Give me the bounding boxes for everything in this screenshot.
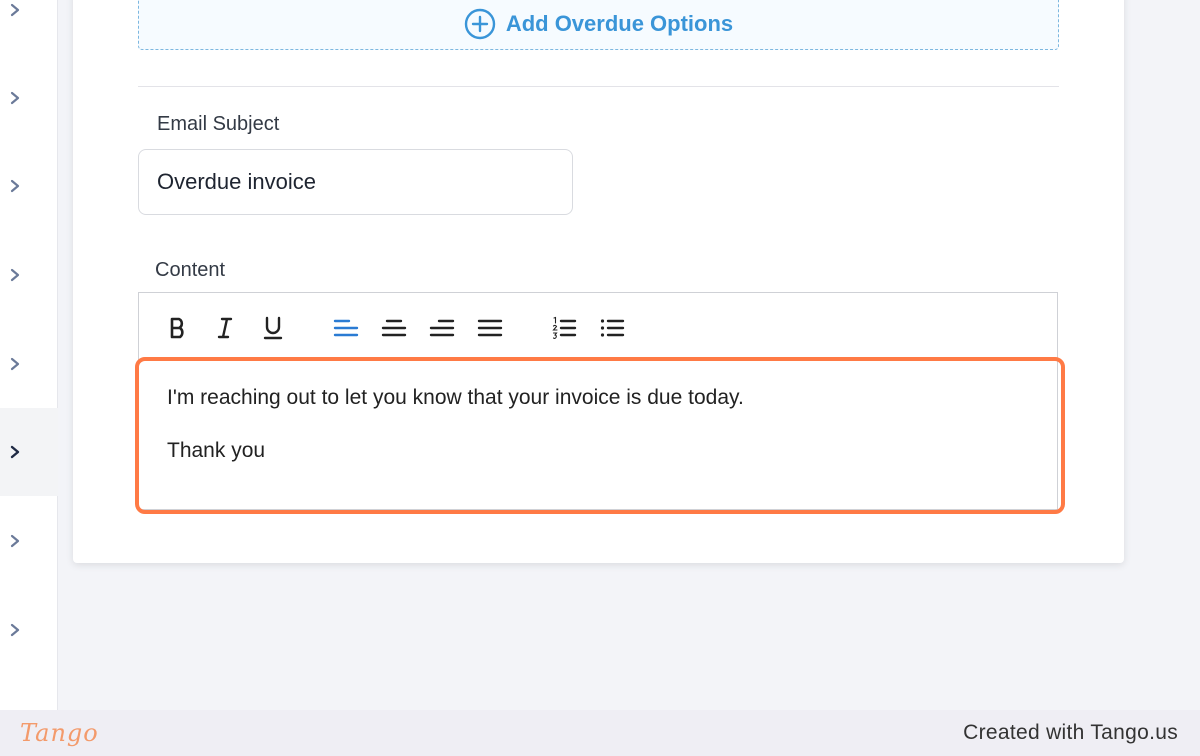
chevron-right-icon [10, 357, 20, 371]
align-right-icon [429, 319, 455, 337]
chevron-right-icon [10, 445, 20, 459]
underline-icon [263, 316, 283, 340]
align-left-icon [333, 319, 359, 337]
sidebar [0, 0, 58, 710]
footer-credit: Created with Tango.us [963, 721, 1178, 744]
chevron-right-icon [10, 623, 20, 637]
align-center-icon [381, 319, 407, 337]
content-paragraph-1: I'm reaching out to let you know that yo… [167, 386, 744, 409]
content-label: Content [155, 259, 226, 281]
sidebar-item-1[interactable] [0, 0, 58, 54]
sidebar-item-3[interactable] [0, 142, 58, 230]
sidebar-item-4[interactable] [0, 231, 58, 319]
align-justify-button[interactable] [475, 313, 505, 343]
email-subject-label: Email Subject [157, 113, 280, 135]
editor-text-area[interactable]: I'm reaching out to let you know that yo… [167, 385, 1037, 491]
chevron-right-icon [10, 534, 20, 548]
email-subject-input[interactable] [138, 149, 573, 215]
footer-bar: Tango Created with Tango.us [0, 710, 1200, 756]
chevron-right-icon [10, 179, 20, 193]
ordered-list-button[interactable] [549, 313, 579, 343]
underline-button[interactable] [258, 313, 288, 343]
add-overdue-options-button[interactable]: Add Overdue Options [138, 0, 1059, 50]
content-editor: I'm reaching out to let you know that yo… [138, 292, 1058, 510]
section-divider [138, 86, 1059, 87]
add-overdue-options-label: Add Overdue Options [505, 11, 734, 36]
sidebar-item-6[interactable] [0, 408, 58, 496]
tango-logo: Tango [20, 719, 99, 747]
sidebar-item-7[interactable] [0, 497, 58, 585]
editor-toolbar [139, 293, 1057, 363]
bullet-list-button[interactable] [597, 313, 627, 343]
align-right-button[interactable] [427, 313, 457, 343]
chevron-right-icon [10, 268, 20, 282]
italic-icon [217, 317, 233, 339]
align-justify-icon [477, 319, 503, 337]
chevron-right-icon [10, 3, 20, 17]
sidebar-item-2[interactable] [0, 54, 58, 142]
content-paragraph-2: Thank you [167, 439, 266, 462]
chevron-right-icon [10, 91, 20, 105]
plus-circle-icon [464, 8, 496, 40]
bold-icon [170, 317, 184, 339]
sidebar-item-5[interactable] [0, 320, 58, 408]
align-left-button[interactable] [331, 313, 361, 343]
bullet-list-icon [600, 319, 625, 337]
align-center-button[interactable] [379, 313, 409, 343]
bold-button[interactable] [163, 313, 193, 343]
sidebar-item-8[interactable] [0, 586, 58, 674]
ordered-list-icon [552, 316, 577, 339]
italic-button[interactable] [210, 313, 240, 343]
